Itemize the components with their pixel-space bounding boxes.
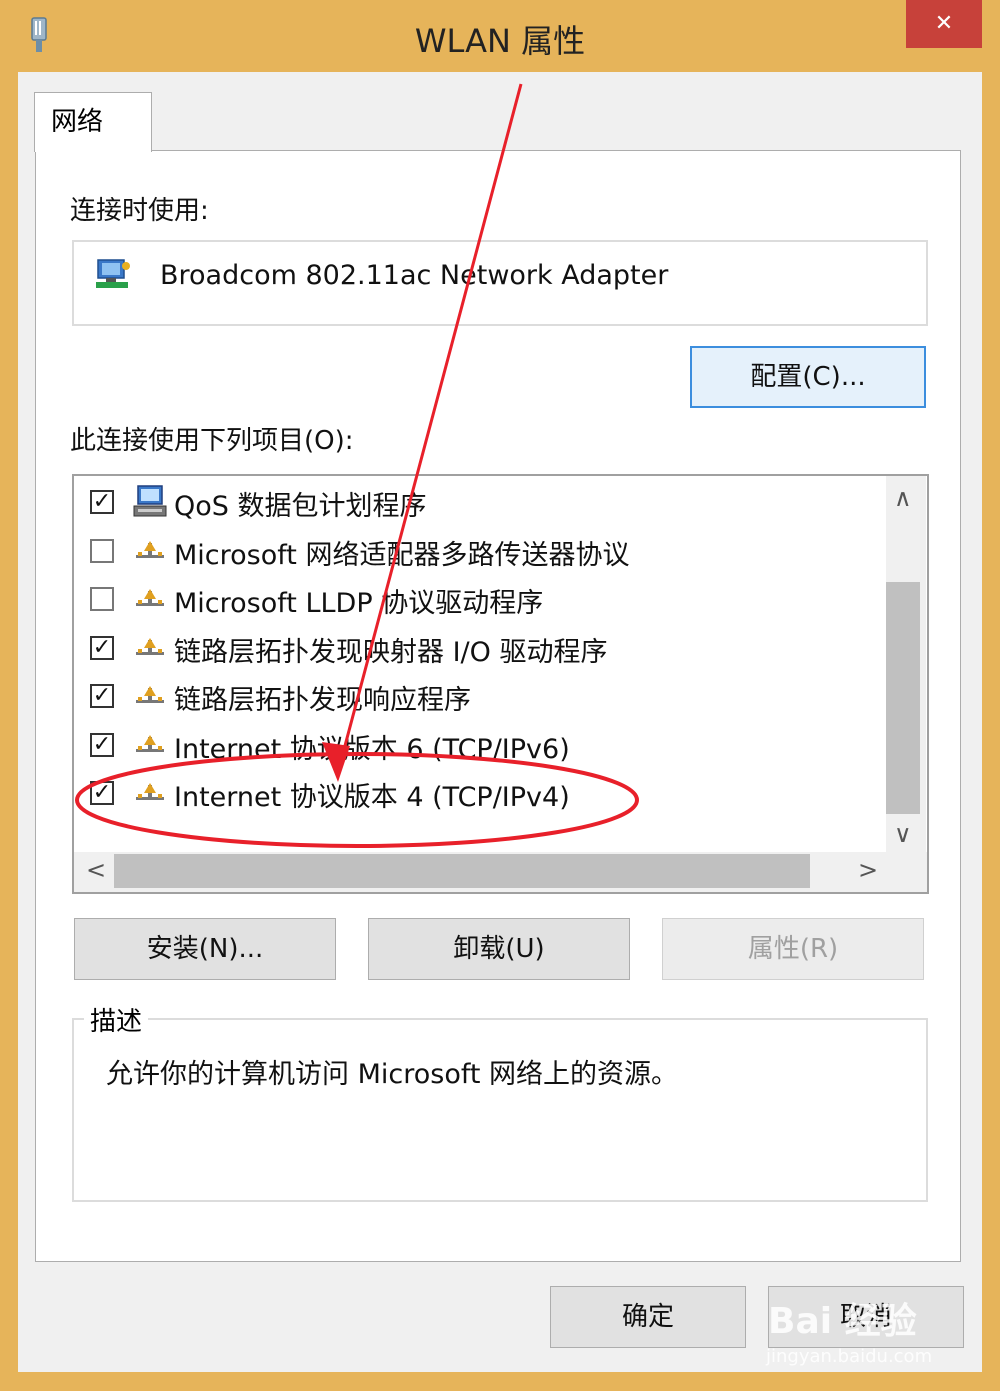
description-text: 允许你的计算机访问 Microsoft 网络上的资源。	[106, 1059, 679, 1090]
protocol-icon	[136, 589, 164, 606]
items-list[interactable]: ✓ QoS 数据包计划程序 ✓ Microsoft 网络适配器多路传送器协议 ✓ Micr…	[72, 474, 929, 894]
item-checkbox[interactable]: ✓	[90, 538, 114, 563]
vertical-scrollbar[interactable]: ∧ ∨	[886, 476, 926, 852]
scroll-left-icon[interactable]: <	[86, 856, 106, 884]
adapter-name: Broadcom 802.11ac Network Adapter	[160, 260, 669, 291]
window-frame: WLAN 属性 ✕ 网络 连接时使用: Broadcom 802.11ac Ne…	[0, 0, 1000, 1391]
item-checkbox[interactable]: ✓	[90, 587, 114, 611]
window-title: WLAN 属性	[414, 22, 586, 60]
close-button[interactable]: ✕	[906, 0, 982, 48]
item-label: 链路层拓扑发现映射器 I/O 驱动程序	[174, 636, 608, 668]
item-label: QoS 数据包计划程序	[174, 491, 427, 522]
list-item[interactable]: ✓ Microsoft 网络适配器多路传送器协议	[90, 531, 870, 571]
protocol-icon	[136, 637, 164, 655]
list-item[interactable]: ✓ Internet 协议版本 6 (TCP/IPv6)	[90, 725, 870, 765]
scroll-down-icon[interactable]: ∨	[894, 820, 912, 848]
watermark-logo: Bai 经验	[768, 1301, 917, 1342]
title-bar[interactable]: WLAN 属性 ✕	[0, 0, 1000, 72]
item-label: Internet 协议版本 4 (TCP/IPv4)	[174, 782, 570, 813]
connect-using-label: 连接时使用:	[70, 196, 209, 226]
install-button[interactable]: 安装(N)...	[74, 918, 336, 980]
list-item[interactable]: ✓ Microsoft LLDP 协议驱动程序	[90, 579, 870, 619]
horizontal-scroll-thumb[interactable]	[114, 854, 810, 888]
horizontal-scrollbar[interactable]: < >	[74, 852, 886, 892]
protocol-icon	[136, 686, 164, 703]
item-label: Microsoft LLDP 协议驱动程序	[174, 588, 544, 619]
network-card-icon	[96, 259, 130, 288]
ok-button[interactable]: 确定	[550, 1286, 746, 1348]
properties-button[interactable]: 属性(R)	[662, 918, 924, 980]
protocol-icon	[136, 540, 164, 558]
vertical-scroll-thumb[interactable]	[886, 582, 920, 814]
list-item[interactable]: ✓ Internet 协议版本 4 (TCP/IPv4)	[90, 773, 870, 813]
item-checkbox[interactable]: ✓	[90, 684, 114, 708]
protocol-icon	[136, 783, 164, 800]
protocol-icon	[136, 734, 164, 752]
item-checkbox[interactable]: ✓	[90, 732, 114, 757]
item-checkbox[interactable]: ✓	[90, 490, 114, 514]
description-title: 描述	[84, 1001, 149, 1038]
item-label: Internet 协议版本 6 (TCP/IPv6)	[174, 733, 570, 765]
adapter-field: Broadcom 802.11ac Network Adapter	[72, 240, 928, 326]
tab-network[interactable]: 网络	[34, 92, 152, 152]
configure-button[interactable]: 配置(C)...	[690, 346, 926, 408]
item-label: 链路层拓扑发现响应程序	[174, 685, 471, 716]
qos-scheduler-icon	[133, 485, 167, 517]
items-label: 此连接使用下列项目(O):	[70, 426, 354, 456]
list-item[interactable]: ✓ QoS 数据包计划程序	[90, 482, 870, 522]
scroll-up-icon[interactable]: ∧	[894, 484, 912, 512]
scroll-right-icon[interactable]: >	[858, 856, 878, 884]
uninstall-button[interactable]: 卸载(U)	[368, 918, 630, 980]
item-label: Microsoft 网络适配器多路传送器协议	[174, 539, 630, 571]
list-item[interactable]: ✓ 链路层拓扑发现响应程序	[90, 676, 870, 716]
description-group	[72, 1018, 928, 1202]
watermark-url: jingyan.baidu.com	[766, 1346, 933, 1367]
scroll-corner	[886, 852, 927, 892]
list-item[interactable]: ✓ 链路层拓扑发现映射器 I/O 驱动程序	[90, 628, 870, 668]
item-checkbox[interactable]: ✓	[90, 781, 114, 805]
item-checkbox[interactable]: ✓	[90, 635, 114, 660]
